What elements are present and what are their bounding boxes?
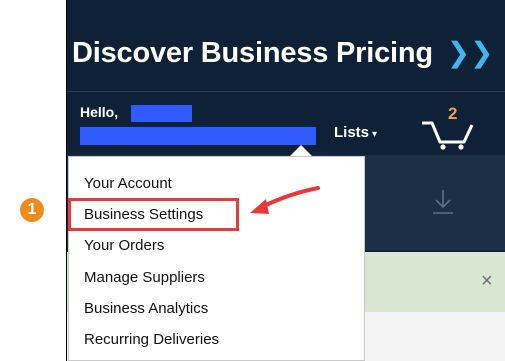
title-business-pricing: Business Pricing [200, 37, 433, 69]
greeting: Hello, [80, 104, 119, 120]
menu-item-your-orders[interactable]: Your Orders [84, 237, 164, 254]
cart-count-badge: 2 [448, 104, 458, 123]
page-title[interactable]: Discover Business Pricing ❯❯ [72, 33, 493, 73]
redacted-account-line[interactable] [80, 127, 316, 145]
menu-item-business-analytics[interactable]: Business Analytics [84, 300, 208, 317]
menu-item-your-account[interactable]: Your Account [84, 175, 172, 192]
lists-menu-button[interactable]: Lists ▾ [334, 124, 377, 141]
header-divider [66, 91, 505, 92]
annotation-arrow [250, 186, 320, 214]
download-icon[interactable] [430, 188, 456, 216]
close-icon[interactable]: × [481, 270, 493, 293]
redacted-name [131, 105, 192, 122]
menu-item-recurring-deliveries[interactable]: Recurring Deliveries [84, 331, 219, 348]
lists-label: Lists [334, 124, 370, 141]
caret-down-icon: ▾ [372, 129, 378, 140]
step-number-badge: 1 [20, 198, 44, 222]
chevron-right-icon: ❯❯ [446, 37, 494, 68]
menu-item-manage-suppliers[interactable]: Manage Suppliers [84, 269, 205, 286]
highlight-box [68, 198, 239, 231]
title-discover: Discover [72, 37, 193, 69]
dropdown-pointer [290, 145, 312, 156]
